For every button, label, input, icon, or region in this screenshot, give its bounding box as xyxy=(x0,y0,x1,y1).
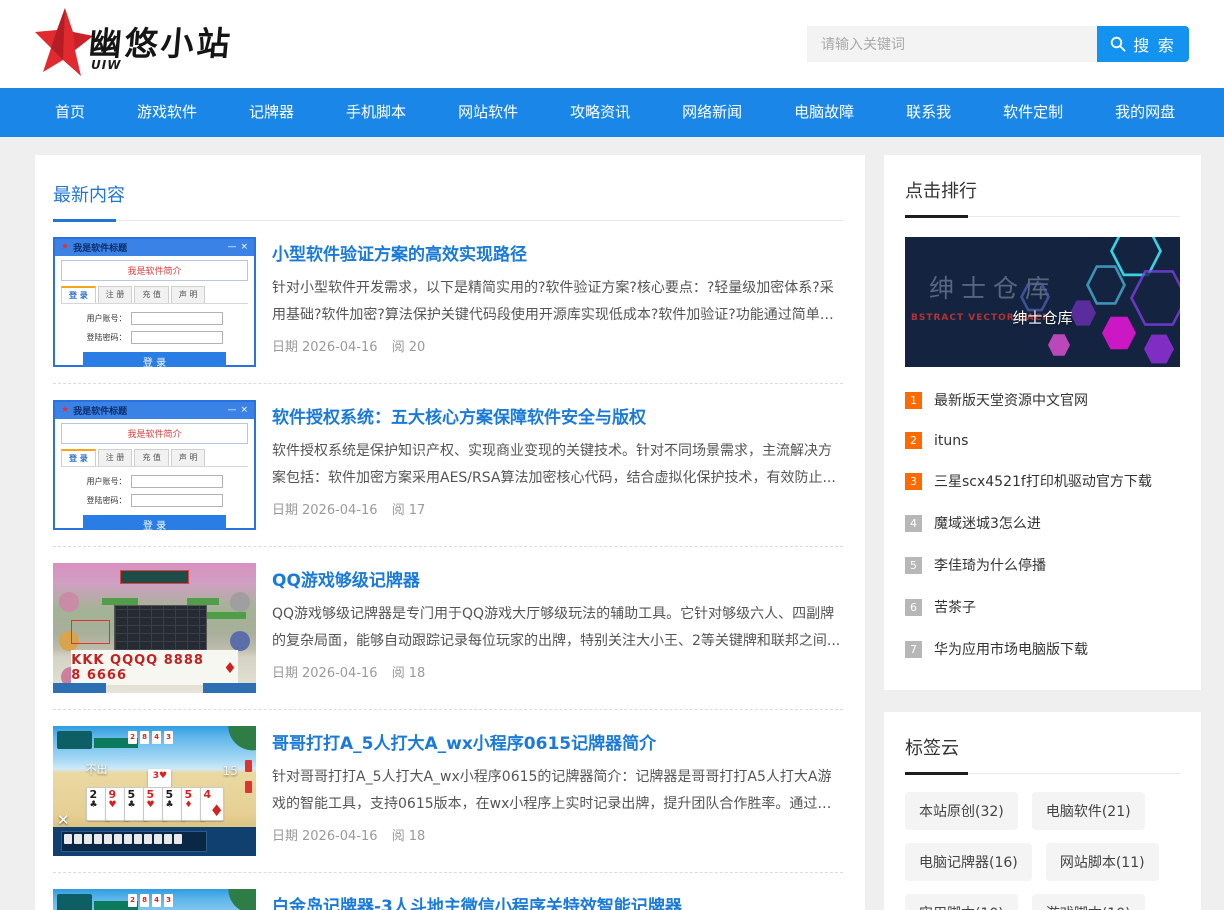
close-icon: ✕ xyxy=(57,811,70,829)
nav-item-net-news[interactable]: 网络新闻 xyxy=(656,88,768,137)
rank-badge: 2 xyxy=(905,432,922,449)
article-title[interactable]: 小型软件验证方案的高效实现路径 xyxy=(272,240,527,265)
article-thumbnail[interactable]: ★ 我是软件标题 — × 我是软件简介 登 录 注 册 充 值 声 明 用户账号… xyxy=(53,400,256,530)
article-thumbnail[interactable]: 28 43 不出 15 3♥ xyxy=(53,889,256,910)
rank-item[interactable]: 4 魔域迷城3怎么进 xyxy=(905,502,1180,544)
beach-card-game-screenshot: 28 43 不出 15 3♥ xyxy=(53,889,256,910)
click-ranking-heading: 点击排行 xyxy=(905,177,1180,217)
close-icon: × xyxy=(240,406,248,415)
rank-item[interactable]: 7 华为应用市场电脑版下载 xyxy=(905,628,1180,670)
article-title[interactable]: 软件授权系统：五大核心方案保障软件安全与版权 xyxy=(272,403,646,428)
rank-badge: 7 xyxy=(905,641,922,658)
login-window-mock: ★ 我是软件标题 — × 我是软件简介 登 录 注 册 充 值 声 明 用户账号… xyxy=(53,400,256,530)
banner-caption: 绅士仓库 xyxy=(905,307,1180,328)
sidebar: 点击排行 绅士仓库 BSTRACT VECTOR BACK 绅士仓库 1 最新版… xyxy=(884,155,1201,910)
rank-item[interactable]: 6 苦茶子 xyxy=(905,586,1180,628)
rank-badge: 3 xyxy=(905,473,922,490)
beach-card-game-screenshot: 28 43 不出 15 3♥ 2♣ 9♥ 5♣ 5♥ 5♣ 5♦ xyxy=(53,726,256,856)
article-thumbnail[interactable]: KKK QQQQ 8888 8 6666 ♦ xyxy=(53,563,256,693)
tag-item[interactable]: 电脑软件(21) xyxy=(1032,792,1145,830)
window-app-icon: ★ xyxy=(61,243,69,252)
nav-item-netdisk[interactable]: 我的网盘 xyxy=(1089,88,1201,137)
article-title[interactable]: 哥哥打打A_5人打大A_wx小程序0615记牌器简介 xyxy=(272,729,656,754)
qq-game-screenshot: KKK QQQQ 8888 8 6666 ♦ xyxy=(53,563,256,693)
search-button[interactable]: 搜 索 xyxy=(1097,26,1189,62)
article-title[interactable]: 白金岛记牌器-3人斗地主微信小程序关特效智能记牌器 xyxy=(272,892,682,910)
rank-badge: 6 xyxy=(905,599,922,616)
rank-item[interactable]: 1 最新版天堂资源中文官网 xyxy=(905,379,1180,421)
article-row: ★ 我是软件标题 — × 我是软件简介 登 录 注 册 充 值 声 明 用户账号… xyxy=(53,221,843,384)
rank-badge: 1 xyxy=(905,392,922,409)
nav-item-home[interactable]: 首页 xyxy=(29,88,111,137)
latest-content-panel: 最新内容 ★ 我是软件标题 — × 我是软件简介 登 录 注 册 充 值 xyxy=(35,155,865,910)
site-logo[interactable]: 幽悠小站 UIW xyxy=(35,6,233,82)
rank-list: 1 最新版天堂资源中文官网 2 ituns 3 三星scx4521f打印机驱动官… xyxy=(905,379,1180,670)
window-app-icon: ★ xyxy=(61,406,69,415)
search-icon xyxy=(1110,36,1126,52)
article-row: KKK QQQQ 8888 8 6666 ♦ QQ游戏够级记牌器 QQ游戏够级记… xyxy=(53,547,843,710)
logo-star-icon xyxy=(35,6,93,82)
article-description: QQ游戏够级记牌器是专门用于QQ游戏大厅够级玩法的辅助工具。它针对够级六人、四副… xyxy=(272,601,843,654)
rank-item[interactable]: 2 ituns xyxy=(905,421,1180,460)
tag-cloud-panel: 标签云 本站原创(32) 电脑软件(21) 电脑记牌器(16) 网站脚本(11)… xyxy=(884,712,1201,910)
rank-item[interactable]: 5 李佳琦为什么停播 xyxy=(905,544,1180,586)
rank-badge: 5 xyxy=(905,557,922,574)
close-icon: × xyxy=(240,243,248,252)
nav-item-mobile-script[interactable]: 手机脚本 xyxy=(320,88,432,137)
rank-badge: 4 xyxy=(905,515,922,532)
minimize-icon: — xyxy=(227,243,236,252)
tag-item[interactable]: 实用脚本(10) xyxy=(905,894,1018,910)
article-title[interactable]: QQ游戏够级记牌器 xyxy=(272,566,420,591)
search-input[interactable] xyxy=(807,26,1097,62)
tag-item[interactable]: 本站原创(32) xyxy=(905,792,1018,830)
brand-sub: UIW xyxy=(91,58,121,72)
nav-item-pc-faults[interactable]: 电脑故障 xyxy=(768,88,880,137)
article-row: 28 43 不出 15 3♥ 白金岛记牌器-3人斗地主微信小程序关特效智能记牌器 xyxy=(53,873,843,910)
article-row: ★ 我是软件标题 — × 我是软件简介 登 录 注 册 充 值 声 明 用户账号… xyxy=(53,384,843,547)
article-description: 针对小型软件开发需求，以下是精简实用的?软件验证方案?核心要点：?轻量级加密体系… xyxy=(272,275,843,328)
nav-item-site-software[interactable]: 网站软件 xyxy=(432,88,544,137)
search-bar: 搜 索 xyxy=(807,26,1189,62)
rank-item[interactable]: 3 三星scx4521f打印机驱动官方下载 xyxy=(905,460,1180,502)
click-ranking-panel: 点击排行 绅士仓库 BSTRACT VECTOR BACK 绅士仓库 1 最新版… xyxy=(884,155,1201,690)
diamond-suit-icon: ♦ xyxy=(223,659,237,677)
tag-item[interactable]: 游戏脚本(10) xyxy=(1032,894,1145,910)
login-window-mock: ★ 我是软件标题 — × 我是软件简介 登 录 注 册 充 值 声 明 用户账号… xyxy=(53,237,256,367)
tag-cloud-heading: 标签云 xyxy=(905,734,1180,774)
article-description: 针对哥哥打打A_5人打大A_wx小程序0615的记牌器简介：记牌器是哥哥打打A5… xyxy=(272,764,843,817)
article-meta: 日期2026-04-16 阅18 xyxy=(272,825,843,844)
article-meta: 日期2026-04-16 阅18 xyxy=(272,662,843,681)
tag-item[interactable]: 网站脚本(11) xyxy=(1046,843,1159,881)
tag-item[interactable]: 电脑记牌器(16) xyxy=(905,843,1032,881)
main-nav: 首页 游戏软件 记牌器 手机脚本 网站软件 攻略资讯 网络新闻 电脑故障 联系我… xyxy=(0,88,1224,137)
latest-content-heading: 最新内容 xyxy=(53,181,843,221)
article-meta: 日期2026-04-16 阅17 xyxy=(272,499,843,518)
article-thumbnail[interactable]: ★ 我是软件标题 — × 我是软件简介 登 录 注 册 充 值 声 明 用户账号… xyxy=(53,237,256,367)
article-row: 28 43 不出 15 3♥ 2♣ 9♥ 5♣ 5♥ 5♣ 5♦ xyxy=(53,710,843,873)
nav-item-custom-software[interactable]: 软件定制 xyxy=(977,88,1089,137)
minimize-icon: — xyxy=(227,406,236,415)
nav-item-guides[interactable]: 攻略资讯 xyxy=(544,88,656,137)
nav-item-contact[interactable]: 联系我 xyxy=(880,88,977,137)
article-meta: 日期2026-04-16 阅20 xyxy=(272,336,843,355)
rank-banner[interactable]: 绅士仓库 BSTRACT VECTOR BACK 绅士仓库 xyxy=(905,237,1180,367)
nav-item-game-software[interactable]: 游戏软件 xyxy=(111,88,223,137)
search-button-label: 搜 索 xyxy=(1133,32,1175,56)
site-header: 幽悠小站 UIW 搜 索 xyxy=(0,0,1224,88)
article-description: 软件授权系统是保护知识产权、实现商业变现的关键技术。针对不同场景需求，主流解决方… xyxy=(272,438,843,491)
nav-item-card-recorder[interactable]: 记牌器 xyxy=(223,88,320,137)
tag-cloud: 本站原创(32) 电脑软件(21) 电脑记牌器(16) 网站脚本(11) 实用脚… xyxy=(905,792,1180,910)
content-area: 最新内容 ★ 我是软件标题 — × 我是软件简介 登 录 注 册 充 值 xyxy=(0,137,1224,910)
article-thumbnail[interactable]: 28 43 不出 15 3♥ 2♣ 9♥ 5♣ 5♥ 5♣ 5♦ xyxy=(53,726,256,856)
